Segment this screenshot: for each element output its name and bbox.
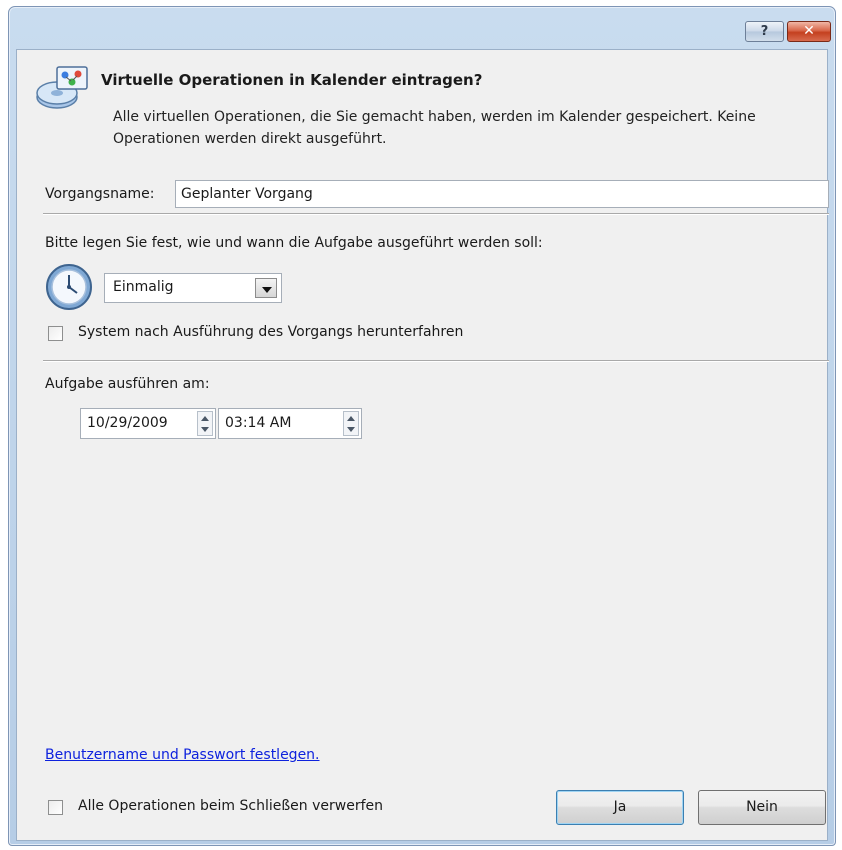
close-icon: ✕ (803, 23, 815, 39)
time-picker[interactable]: 03:14 AM (218, 408, 362, 439)
date-value: 10/29/2009 (87, 415, 168, 431)
date-picker[interactable]: 10/29/2009 (80, 408, 216, 439)
shutdown-label[interactable]: System nach Ausführung des Vorgangs heru… (78, 324, 463, 340)
question-icon: ? (760, 24, 769, 39)
task-name-input[interactable]: Geplanter Vorgang (175, 180, 829, 208)
discard-label[interactable]: Alle Operationen beim Schließen verwerfe… (78, 798, 383, 814)
dialog-body: Virtuelle Operationen in Kalender eintra… (16, 49, 829, 841)
clock-icon (46, 264, 92, 310)
arrow-up-icon[interactable] (347, 416, 355, 421)
time-spinner[interactable] (343, 411, 359, 436)
arrow-down-icon[interactable] (347, 427, 355, 432)
separator (43, 360, 829, 362)
credentials-link[interactable]: Benutzername und Passwort festlegen. (45, 747, 320, 763)
help-button[interactable]: ? (745, 21, 784, 42)
time-value: 03:14 AM (225, 415, 292, 431)
title-bar: ? ✕ (9, 7, 835, 49)
schedule-prompt: Bitte legen Sie fest, wie und wann die A… (45, 235, 543, 251)
no-button[interactable]: Nein (698, 790, 826, 825)
task-name-label: Vorgangsname: (45, 186, 155, 202)
discard-checkbox[interactable] (48, 800, 63, 815)
date-spinner[interactable] (197, 411, 213, 436)
frequency-dropdown[interactable]: Einmalig (104, 273, 282, 303)
frequency-value: Einmalig (113, 279, 174, 295)
separator (43, 213, 829, 215)
dialog-window: ? ✕ Virtuelle Operationen in Kalender ei… (8, 6, 836, 846)
arrow-up-icon[interactable] (201, 416, 209, 421)
dialog-title: Virtuelle Operationen in Kalender eintra… (101, 71, 483, 89)
chevron-down-icon[interactable] (255, 278, 277, 298)
close-button[interactable]: ✕ (787, 21, 831, 42)
yes-button[interactable]: Ja (556, 790, 684, 825)
run-at-label: Aufgabe ausführen am: (45, 376, 210, 392)
shutdown-checkbox[interactable] (48, 326, 63, 341)
disk-operations-icon (36, 66, 88, 109)
arrow-down-icon[interactable] (201, 427, 209, 432)
dialog-description: Alle virtuellen Operationen, die Sie gem… (113, 109, 756, 147)
